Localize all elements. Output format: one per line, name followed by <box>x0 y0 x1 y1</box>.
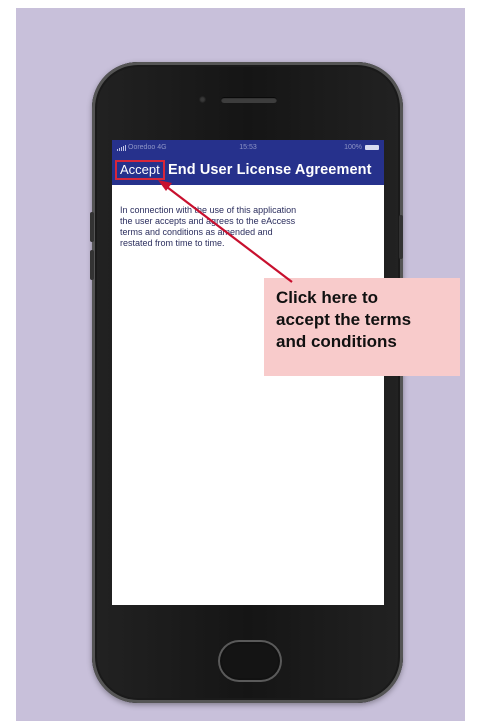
status-bar: Ooredoo 4G 15:53 100% <box>112 140 384 157</box>
battery-icon <box>365 145 379 150</box>
earpiece-speaker <box>221 97 277 103</box>
instruction-callout: Click here to accept the terms and condi… <box>264 278 460 376</box>
status-right: 100% <box>344 144 379 151</box>
front-camera-icon <box>199 96 206 103</box>
volume-up-button <box>90 212 94 242</box>
license-text-line: restated from time to time. <box>120 238 225 248</box>
battery-percent: 100% <box>344 144 362 151</box>
home-button[interactable] <box>218 640 282 682</box>
license-text: In connection with the use of this appli… <box>120 205 368 249</box>
license-text-line: In connection with the use of this appli… <box>120 205 297 215</box>
power-button <box>399 215 403 259</box>
license-text-line: the user accepts and agrees to the eAcce… <box>120 216 296 226</box>
callout-line: accept the terms <box>276 310 412 329</box>
callout-line: Click here to <box>276 288 379 307</box>
license-text-line: terms and conditions as amended and <box>120 227 273 237</box>
navigation-bar: Accept End User License Agreement <box>112 157 384 185</box>
page-title: End User License Agreement <box>168 162 372 178</box>
callout-line: and conditions <box>276 332 397 351</box>
accept-button[interactable]: Accept <box>115 160 165 180</box>
volume-down-button <box>90 250 94 280</box>
